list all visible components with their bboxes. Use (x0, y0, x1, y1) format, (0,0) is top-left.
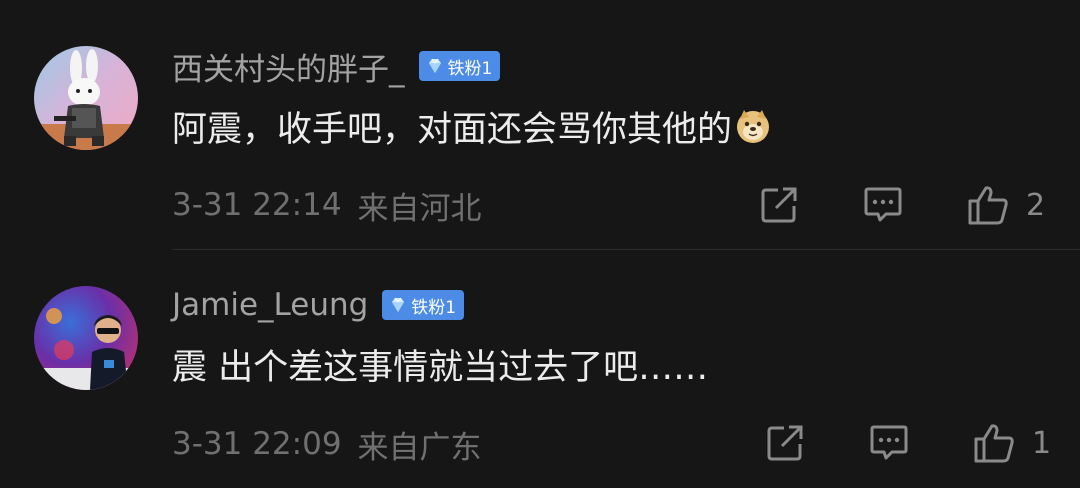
username[interactable]: Jamie_Leung (172, 287, 368, 323)
fan-badge[interactable]: 铁粉1 (382, 290, 465, 320)
like-button[interactable]: 2 (966, 184, 1045, 226)
reply-button[interactable] (868, 422, 910, 464)
comment-item: Jamie_Leung 铁粉1 震 出个差这事情就当过去了吧…… 3-31 22… (0, 250, 1080, 488)
timestamp: 3-31 22:14 (172, 187, 342, 223)
comment-list: 西关村头的胖子_ 铁粉1 阿震，收手吧，对面还会骂你其他的 3-31 22:14… (0, 0, 1080, 488)
comment-icon (870, 425, 908, 460)
fan-badge[interactable]: 铁粉1 (418, 51, 501, 81)
thumbs-up-icon (968, 186, 1008, 225)
share-icon (767, 425, 803, 461)
diamond-icon (392, 297, 405, 312)
doge-emoji-icon (737, 110, 770, 143)
comment-text: 阿震，收手吧，对面还会骂你其他的 (172, 100, 772, 152)
username-row: Jamie_Leung 铁粉1 (172, 285, 465, 325)
avatar[interactable] (34, 286, 138, 390)
reply-button[interactable] (862, 184, 904, 226)
share-icon (761, 187, 797, 223)
badge-label: 铁粉1 (447, 58, 493, 79)
username-row: 西关村头的胖子_ 铁粉1 (172, 44, 501, 89)
share-button[interactable] (758, 184, 800, 226)
like-count: 2 (1026, 187, 1046, 223)
share-button[interactable] (764, 422, 806, 464)
location: 来自广东 (357, 429, 482, 466)
comment-body: 阿震，收手吧，对面还会骂你其他的 (172, 109, 733, 150)
comment-body: 震 出个差这事情就当过去了吧…… (172, 347, 709, 388)
username[interactable]: 西关村头的胖子_ (172, 44, 405, 89)
comment-meta: 3-31 22:14 来自河北 (172, 183, 482, 227)
like-count: 1 (1032, 425, 1052, 461)
comment-meta: 3-31 22:09 来自广东 (172, 422, 482, 466)
comment-text: 震 出个差这事情就当过去了吧…… (172, 338, 708, 390)
timestamp: 3-31 22:09 (172, 426, 342, 462)
thumbs-up-icon (974, 424, 1014, 463)
avatar[interactable] (34, 46, 138, 150)
like-button[interactable]: 1 (972, 422, 1051, 464)
location: 来自河北 (357, 190, 482, 227)
comment-icon (864, 187, 902, 222)
diamond-icon (428, 58, 441, 73)
comment-item: 西关村头的胖子_ 铁粉1 阿震，收手吧，对面还会骂你其他的 3-31 22:14… (0, 0, 1080, 250)
badge-label: 铁粉1 (411, 297, 457, 318)
